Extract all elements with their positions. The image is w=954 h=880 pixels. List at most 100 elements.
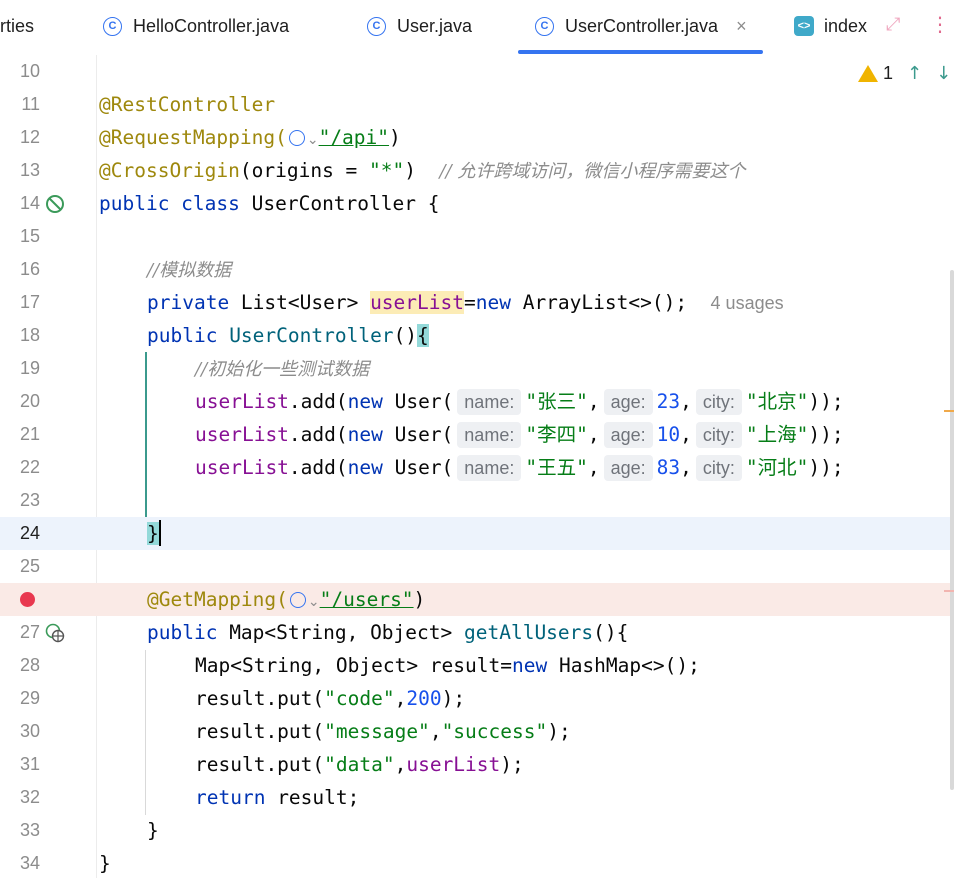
code-text: result.put("message","success"); [195, 720, 571, 743]
code-text: Map<String, Object> result=new HashMap<>… [195, 654, 700, 677]
code-line[interactable]: 14 public class UserController { [0, 187, 954, 220]
html-icon: <> [794, 16, 814, 36]
code-text: //模拟数据 [147, 260, 232, 281]
code-line[interactable]: 22 userList.add(new User(name: "王五", age: 8… [0, 451, 954, 484]
code-text: public Map<String, Object> getAllUsers()… [147, 621, 629, 644]
tab-properties[interactable]: rties [0, 0, 34, 52]
code-text: private List<User> userList=new ArrayLis… [147, 291, 784, 314]
tab-user[interactable]: C User.java [367, 0, 472, 52]
endpoint-globe-icon[interactable] [45, 623, 65, 643]
class-icon: C [367, 16, 386, 36]
code-text: @RequestMapping(⌄"/api") [99, 126, 401, 149]
close-icon[interactable]: × [736, 16, 747, 37]
param-hint: age: [603, 455, 653, 481]
param-hint: age: [603, 422, 653, 448]
code-line[interactable]: 13 @CrossOrigin(origins = "*") // 允许跨域访问… [0, 154, 954, 187]
line-number: 34 [19, 853, 40, 873]
code-text: //初始化一些测试数据 [195, 359, 370, 380]
code-text: } [147, 520, 161, 546]
tab-hello-controller[interactable]: C HelloController.java [103, 0, 289, 52]
text-caret [158, 520, 161, 546]
line-number: 30 [19, 721, 40, 741]
vertical-scrollbar[interactable] [950, 270, 954, 790]
code-text: public UserController(){ [147, 324, 429, 347]
line-number: 12 [19, 127, 40, 147]
code-line[interactable]: 33 } [0, 814, 954, 847]
no-bean-icon[interactable] [45, 194, 65, 214]
code-text: @RestController [99, 93, 276, 116]
class-icon: C [103, 16, 122, 36]
code-line[interactable]: 34 } [0, 847, 954, 880]
usages-hint[interactable]: 4 usages [711, 293, 784, 313]
line-number: 14 [19, 193, 40, 213]
code-text: result.put("data",userList); [195, 753, 524, 776]
param-hint: city: [695, 455, 742, 481]
code-line[interactable]: 31 result.put("data",userList); [0, 748, 954, 781]
class-icon: C [535, 16, 554, 36]
breakpoint-marker[interactable] [944, 590, 954, 592]
globe-icon[interactable] [289, 592, 306, 608]
globe-icon[interactable] [288, 130, 305, 146]
line-number: 17 [19, 292, 40, 312]
breakpoint-line[interactable]: @GetMapping(⌄"/users") [0, 583, 954, 616]
more-icon[interactable]: ⋮ [930, 12, 950, 36]
code-text: @GetMapping(⌄"/users") [147, 588, 426, 611]
code-line[interactable]: 19 //初始化一些测试数据 [0, 352, 954, 385]
line-number: 13 [19, 160, 40, 180]
param-hint: name: [457, 455, 522, 481]
tab-user-controller[interactable]: C UserController.java × [518, 0, 763, 54]
code-line[interactable]: 20 userList.add(new User(name: "张三", age: 2… [0, 385, 954, 418]
warning-marker[interactable] [944, 410, 954, 412]
tab-index[interactable]: <> index [794, 0, 868, 52]
code-text: userList.add(new User(name: "李四", age: 10, c… [195, 422, 844, 448]
line-number: 19 [19, 358, 40, 378]
line-number: 28 [19, 655, 40, 675]
line-number: 33 [19, 820, 40, 840]
line-number: 10 [19, 61, 40, 81]
param-hint: name: [457, 389, 522, 415]
line-number: 32 [19, 787, 40, 807]
line-number: 16 [19, 259, 40, 279]
code-text: userList.add(new User(name: "张三", age: 23, c… [195, 389, 844, 415]
tab-label: index [824, 15, 868, 36]
line-number: 21 [19, 424, 40, 444]
param-hint: city: [695, 422, 742, 448]
line-number: 20 [19, 391, 40, 411]
code-line[interactable]: 17 private List<User> userList=new Array… [0, 286, 954, 319]
line-number: 29 [19, 688, 40, 708]
line-number: 15 [19, 226, 40, 246]
code-line[interactable]: 18 public UserController(){ [0, 319, 954, 352]
code-line[interactable]: 25 [0, 550, 954, 583]
code-line[interactable]: 28 Map<String, Object> result=new HashMa… [0, 649, 954, 682]
line-number: 11 [21, 94, 40, 114]
line-number: 23 [19, 490, 40, 510]
code-text: } [147, 819, 159, 842]
code-line[interactable]: 32 return result; [0, 781, 954, 814]
code-line[interactable]: 10 [0, 55, 954, 88]
code-text: public class UserController { [99, 192, 440, 215]
code-text: @CrossOrigin(origins = "*") // 允许跨域访问，微信… [99, 159, 746, 182]
breakpoint-icon[interactable] [20, 592, 35, 607]
line-number: 27 [19, 622, 40, 642]
code-line[interactable]: 12 @RequestMapping(⌄"/api") [0, 121, 954, 154]
expand-icon[interactable]: ⤢ [886, 14, 900, 35]
code-line[interactable]: 29 result.put("code",200); [0, 682, 954, 715]
tab-label: User.java [397, 15, 473, 36]
code-line[interactable]: 30 result.put("message","success"); [0, 715, 954, 748]
tab-label: UserController.java [565, 15, 719, 36]
code-line[interactable]: 15 [0, 220, 954, 253]
code-editor[interactable]: 1 ↑ ↓ 10 11 @RestController 12 @RequestM… [0, 55, 954, 878]
code-line[interactable]: 23 [0, 484, 954, 517]
tab-label: HelloController.java [133, 15, 290, 36]
chevron-down-icon[interactable]: ⌄ [307, 132, 319, 148]
code-line[interactable]: 21 userList.add(new User(name: "李四", age: 1… [0, 418, 954, 451]
current-line[interactable]: 24 } [0, 517, 954, 550]
code-text: userList.add(new User(name: "王五", age: 83, c… [195, 455, 844, 481]
code-line[interactable]: 16 //模拟数据 [0, 253, 954, 286]
param-hint: age: [603, 389, 653, 415]
code-line[interactable]: 27 public Map<String, Object> getAllUser… [0, 616, 954, 649]
chevron-down-icon[interactable]: ⌄ [308, 594, 320, 610]
line-number: 22 [19, 457, 40, 477]
line-number: 18 [19, 325, 40, 345]
code-line[interactable]: 11 @RestController [0, 88, 954, 121]
